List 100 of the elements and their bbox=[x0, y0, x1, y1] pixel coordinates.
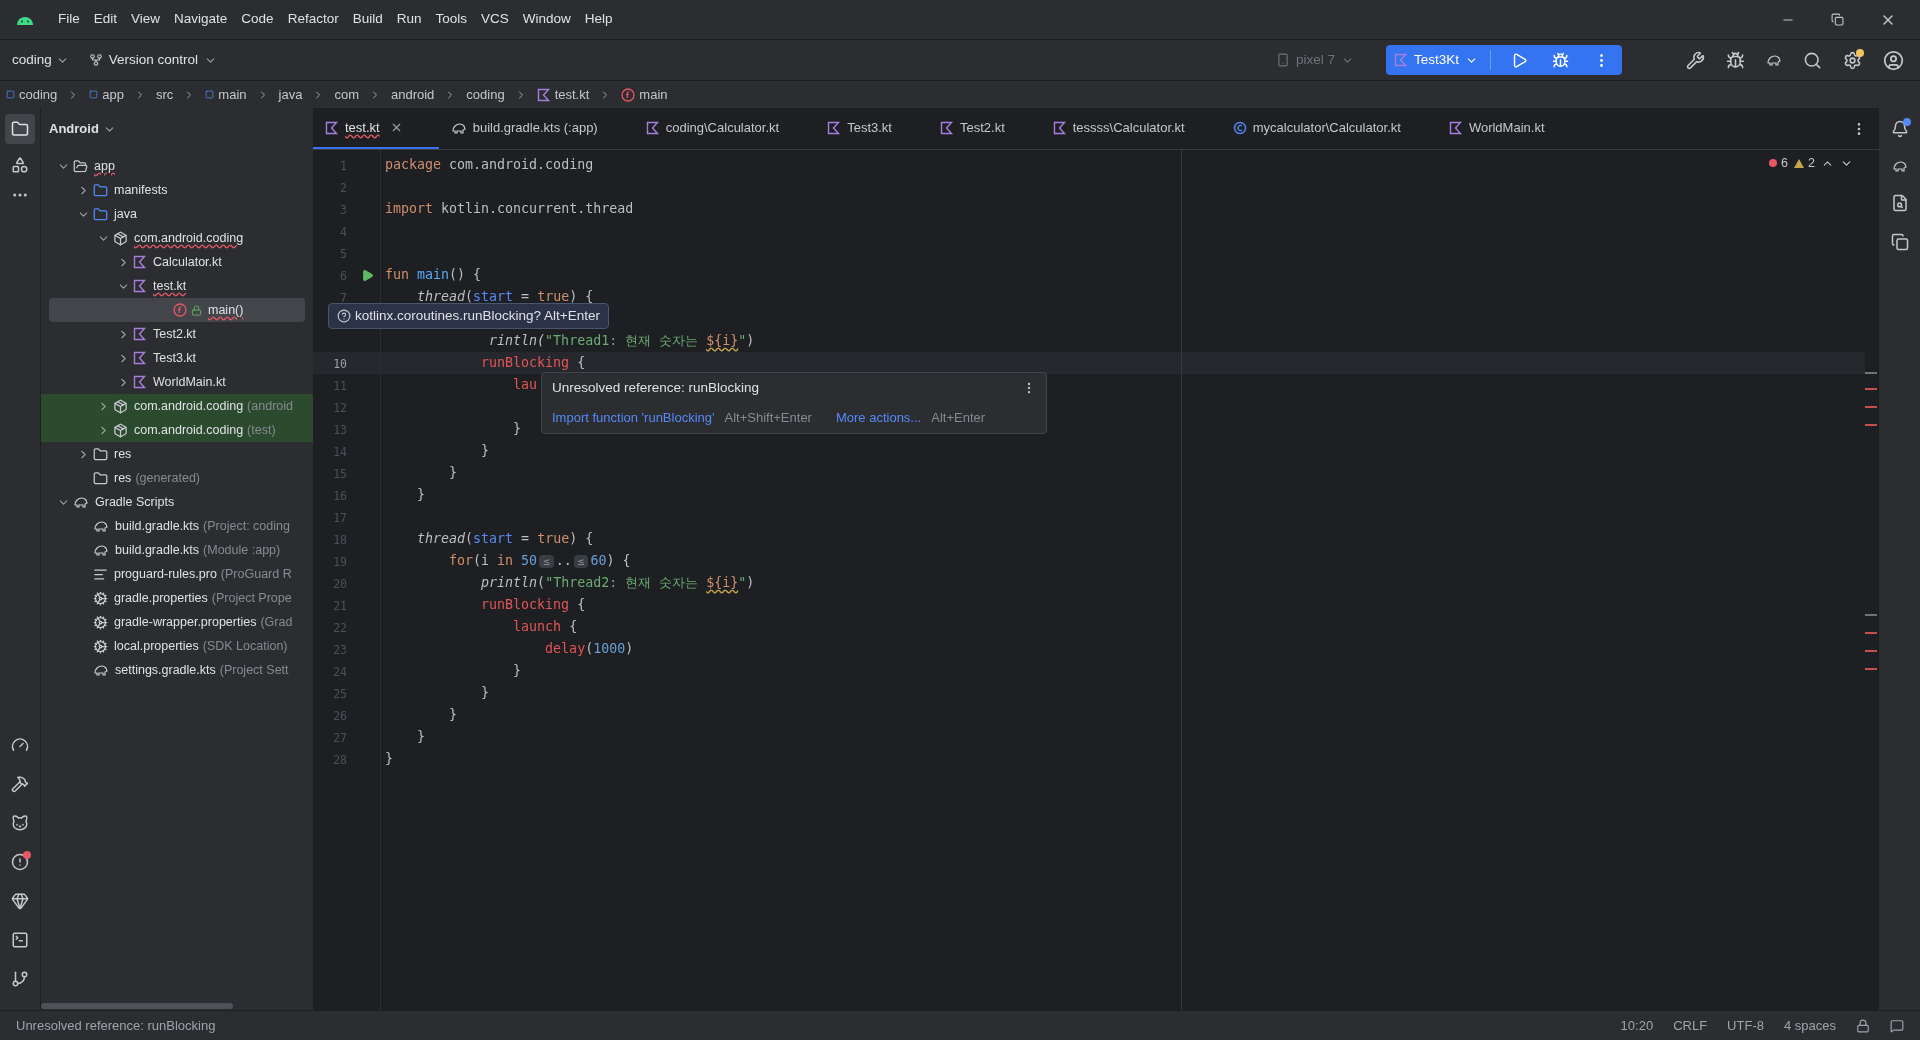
line-number: 10 bbox=[333, 357, 347, 371]
module-icon bbox=[89, 90, 99, 99]
kotlin-file-icon bbox=[133, 327, 147, 341]
terminal-icon[interactable] bbox=[11, 931, 29, 949]
menu-item[interactable]: View bbox=[131, 9, 161, 30]
menu-item[interactable]: Help bbox=[584, 9, 613, 30]
scrollbar[interactable] bbox=[41, 1003, 233, 1009]
breadcrumb-item[interactable]: coding bbox=[6, 84, 58, 105]
gear-icon bbox=[93, 638, 108, 654]
tree-item[interactable]: Gradle Scripts bbox=[41, 490, 313, 514]
menu-item[interactable]: Tools bbox=[435, 9, 467, 30]
tree-item[interactable]: main() bbox=[49, 298, 305, 322]
menu-item[interactable]: Navigate bbox=[174, 9, 228, 30]
account-icon[interactable] bbox=[1883, 49, 1904, 71]
menu-item[interactable]: Refactor bbox=[287, 9, 339, 30]
tree-item[interactable]: gradle-wrapper.properties (Grad bbox=[41, 610, 313, 634]
breadcrumb-item[interactable]: coding bbox=[466, 84, 505, 105]
editor-tab[interactable]: Test3.kt bbox=[815, 108, 928, 149]
tree-item[interactable]: settings.gradle.kts (Project Sett bbox=[41, 658, 313, 682]
search-icon[interactable] bbox=[1803, 50, 1822, 70]
tree-item[interactable]: res bbox=[41, 442, 313, 466]
quick-fix-link[interactable]: More actions... bbox=[835, 408, 922, 428]
shapes-icon[interactable] bbox=[11, 156, 29, 174]
folder-icon bbox=[11, 120, 29, 138]
breadcrumb-item[interactable]: android bbox=[390, 84, 435, 105]
kotlin-file-icon bbox=[133, 351, 147, 365]
tree-item[interactable]: java bbox=[41, 202, 313, 226]
editor-tab[interactable]: Test2.kt bbox=[927, 108, 1041, 149]
breadcrumb-item[interactable]: test.kt bbox=[536, 84, 590, 105]
shortcut-hint: Alt+Shift+Enter bbox=[724, 409, 812, 428]
copy-icon[interactable] bbox=[1890, 233, 1909, 251]
settings-icon[interactable] bbox=[1843, 50, 1862, 70]
project-view-dropdown[interactable]: Android bbox=[49, 119, 116, 139]
breadcrumb-item[interactable]: main bbox=[621, 84, 668, 105]
help-icon bbox=[337, 309, 351, 323]
tree-item[interactable]: app bbox=[41, 154, 313, 178]
tree-item[interactable]: build.gradle.kts (Module :app) bbox=[41, 538, 313, 562]
branch-icon[interactable] bbox=[11, 970, 29, 988]
tree-item[interactable]: Test3.kt bbox=[41, 346, 313, 370]
menu-item[interactable]: File bbox=[58, 9, 80, 30]
breadcrumb-item[interactable]: src bbox=[156, 84, 174, 105]
breadcrumb-item[interactable]: main bbox=[205, 84, 247, 105]
restore-icon[interactable] bbox=[1831, 13, 1844, 26]
cat-icon[interactable] bbox=[11, 814, 29, 832]
status-item[interactable]: 4 spaces bbox=[1783, 1015, 1836, 1036]
project-dropdown[interactable]: coding bbox=[12, 49, 69, 71]
run-icon[interactable] bbox=[1511, 51, 1528, 69]
version-control-dropdown[interactable]: Version control bbox=[88, 49, 218, 71]
status-item[interactable]: UTF-8 bbox=[1727, 1015, 1764, 1036]
menu-item[interactable]: Window bbox=[522, 9, 571, 30]
error-count[interactable]: 6 bbox=[1769, 154, 1789, 173]
tree-item[interactable]: com.android.coding (test) bbox=[41, 418, 313, 442]
status-item[interactable]: 10:20 bbox=[1620, 1015, 1654, 1036]
tree-item[interactable]: WorldMain.kt bbox=[41, 370, 313, 394]
tree-item[interactable]: proguard-rules.pro (ProGuard R bbox=[41, 562, 313, 586]
tree-item[interactable]: build.gradle.kts (Project: coding bbox=[41, 514, 313, 538]
warning-count[interactable]: 2 bbox=[1794, 154, 1815, 173]
alert-icon[interactable] bbox=[11, 853, 29, 871]
hammer-icon[interactable] bbox=[11, 775, 29, 793]
tree-item[interactable]: com.android.coding bbox=[41, 226, 313, 250]
tree-item[interactable]: manifests bbox=[41, 178, 313, 202]
breadcrumb-item[interactable]: java bbox=[278, 84, 303, 105]
tree-item[interactable]: Calculator.kt bbox=[41, 250, 313, 274]
file-search-icon[interactable] bbox=[1890, 194, 1909, 212]
editor-tab[interactable]: coding\Calculator.kt bbox=[633, 108, 816, 149]
breadcrumb-item[interactable]: app bbox=[89, 84, 124, 105]
debug-icon[interactable] bbox=[1552, 51, 1569, 69]
folder-icon bbox=[93, 206, 108, 222]
tree-item[interactable]: test.kt bbox=[41, 274, 313, 298]
breadcrumb-item[interactable]: com bbox=[334, 84, 359, 105]
editor-tab[interactable]: mycalculator\Calculator.kt bbox=[1220, 108, 1437, 149]
bug-icon[interactable] bbox=[1726, 50, 1745, 70]
tree-item[interactable]: gradle.properties (Project Prope bbox=[41, 586, 313, 610]
run-icon[interactable] bbox=[361, 268, 374, 282]
editor-tab[interactable]: build.gradle.kts (:app) bbox=[438, 108, 634, 149]
code-line: thread(start = true) { bbox=[416, 288, 594, 307]
code-line: launch { bbox=[512, 618, 578, 637]
menu-item[interactable]: VCS bbox=[481, 9, 509, 30]
lock-icon[interactable] bbox=[1856, 1018, 1870, 1033]
tree-item[interactable]: Test2.kt bbox=[41, 322, 313, 346]
status-item[interactable]: CRLF bbox=[1673, 1015, 1708, 1036]
tree-item[interactable]: local.properties (SDK Location) bbox=[41, 634, 313, 658]
quick-fix-link[interactable]: Import function 'runBlocking' bbox=[552, 408, 715, 428]
run-configuration-dropdown[interactable]: Test3Kt bbox=[1393, 49, 1491, 71]
notifications-icon[interactable] bbox=[1890, 120, 1909, 138]
wrench-icon[interactable] bbox=[1686, 50, 1705, 70]
gauge-icon[interactable] bbox=[11, 736, 29, 754]
editor-tab[interactable]: WorldMain.kt bbox=[1436, 108, 1581, 149]
menu-item[interactable]: Build bbox=[352, 9, 383, 30]
project-tool-button[interactable] bbox=[5, 114, 35, 144]
message-icon[interactable] bbox=[1890, 1018, 1904, 1033]
menu-item[interactable]: Run bbox=[396, 9, 422, 30]
tree-item[interactable]: com.android.coding (android bbox=[41, 394, 313, 418]
menu-item[interactable]: Code bbox=[241, 9, 274, 30]
kotlin-file-icon bbox=[133, 255, 147, 269]
editor-tab[interactable]: test.kt bbox=[313, 108, 439, 149]
tree-item[interactable]: res (generated) bbox=[41, 466, 313, 490]
editor-tab[interactable]: tessss\Calculator.kt bbox=[1040, 108, 1221, 149]
gem-icon[interactable] bbox=[11, 892, 29, 910]
menu-item[interactable]: Edit bbox=[93, 9, 118, 30]
